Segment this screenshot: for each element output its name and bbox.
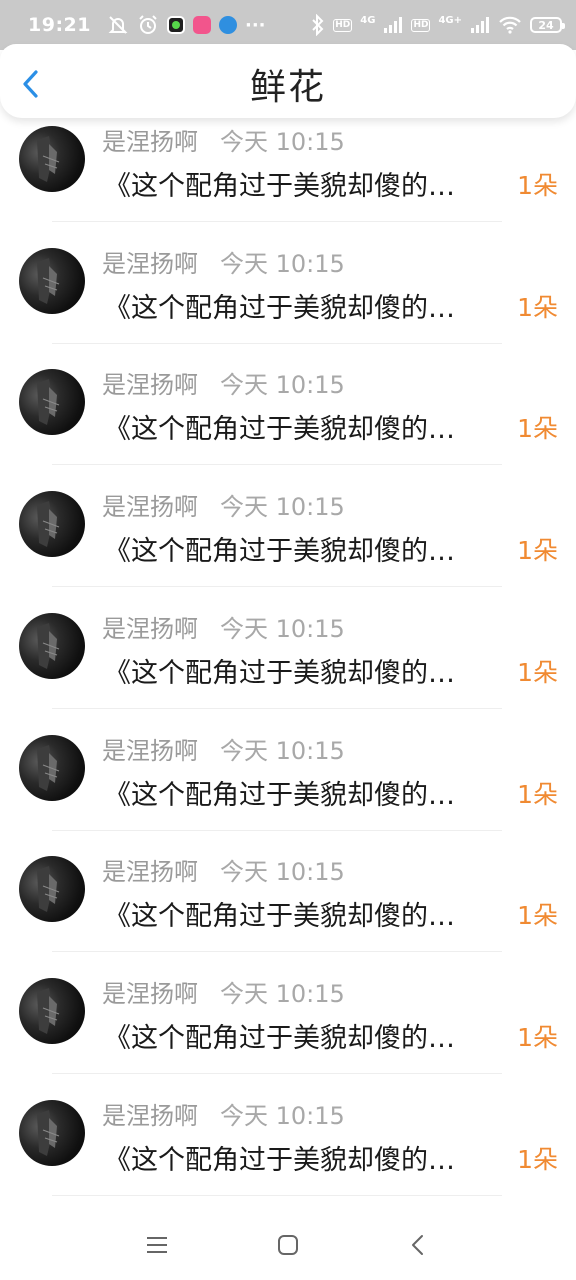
timestamp: 今天 10:15 bbox=[220, 1102, 345, 1130]
flower-count: 1朵 bbox=[517, 901, 558, 930]
sender-name: 是涅扬啊 bbox=[102, 1102, 198, 1130]
avatar[interactable] bbox=[19, 126, 85, 192]
list-item[interactable]: 是涅扬啊 今天 10:15 《这个配角过于美貌却傻的… 1朵 bbox=[0, 1074, 576, 1196]
timestamp: 今天 10:15 bbox=[220, 615, 345, 643]
flower-count: 1朵 bbox=[517, 780, 558, 809]
list-item[interactable]: 是涅扬啊 今天 10:15 《这个配角过于美貌却傻的… 1朵 bbox=[0, 100, 576, 222]
avatar[interactable] bbox=[19, 369, 85, 435]
timestamp: 今天 10:15 bbox=[220, 128, 345, 156]
flower-count: 1朵 bbox=[517, 1023, 558, 1052]
timestamp: 今天 10:15 bbox=[220, 737, 345, 765]
flower-count: 1朵 bbox=[517, 536, 558, 565]
timestamp: 今天 10:15 bbox=[220, 371, 345, 399]
menu-icon bbox=[147, 1237, 167, 1253]
message-preview: 《这个配角过于美貌却傻的… bbox=[104, 536, 455, 567]
page-title: 鲜花 bbox=[249, 67, 326, 108]
list-item[interactable]: 是涅扬啊 今天 10:15 《这个配角过于美貌却傻的… 1朵 bbox=[0, 952, 576, 1074]
avatar[interactable] bbox=[19, 1100, 85, 1166]
sender-name: 是涅扬啊 bbox=[102, 371, 198, 399]
timestamp: 今天 10:15 bbox=[220, 858, 345, 886]
message-preview: 《这个配角过于美貌却傻的… bbox=[104, 293, 455, 324]
flower-count: 1朵 bbox=[517, 658, 558, 687]
home-icon bbox=[278, 1235, 298, 1255]
list-item[interactable]: 是涅扬啊 今天 10:15 《这个配角过于美貌却傻的… 1朵 bbox=[0, 709, 576, 831]
list-item[interactable]: 是涅扬啊 今天 10:15 《这个配角过于美貌却傻的… 1朵 bbox=[0, 587, 576, 709]
message-preview: 《这个配角过于美貌却傻的… bbox=[104, 171, 455, 202]
avatar[interactable] bbox=[19, 978, 85, 1044]
avatar[interactable] bbox=[19, 613, 85, 679]
flower-list: 是涅扬啊 今天 10:15 《这个配角过于美貌却傻的… 1朵 是涅扬啊 今天 10:15 《… bbox=[0, 0, 576, 1280]
message-preview: 《这个配角过于美貌却傻的… bbox=[104, 1145, 455, 1176]
avatar[interactable] bbox=[19, 856, 85, 922]
home-button[interactable] bbox=[268, 1230, 308, 1260]
system-nav-bar bbox=[0, 1212, 576, 1280]
sender-name: 是涅扬啊 bbox=[102, 858, 198, 886]
sender-name: 是涅扬啊 bbox=[102, 615, 198, 643]
message-preview: 《这个配角过于美貌却傻的… bbox=[104, 1023, 455, 1054]
sender-name: 是涅扬啊 bbox=[102, 493, 198, 521]
divider bbox=[52, 1195, 502, 1196]
sender-name: 是涅扬啊 bbox=[102, 128, 198, 156]
back-icon bbox=[412, 1235, 423, 1255]
flower-count: 1朵 bbox=[517, 293, 558, 322]
flower-count: 1朵 bbox=[517, 1145, 558, 1174]
avatar[interactable] bbox=[19, 491, 85, 557]
avatar[interactable] bbox=[19, 735, 85, 801]
system-back-button[interactable] bbox=[398, 1230, 438, 1260]
sender-name: 是涅扬啊 bbox=[102, 250, 198, 278]
avatar[interactable] bbox=[19, 248, 85, 314]
menu-button[interactable] bbox=[137, 1230, 177, 1260]
list-item[interactable]: 是涅扬啊 今天 10:15 《这个配角过于美貌却傻的… 1朵 bbox=[0, 222, 576, 344]
message-preview: 《这个配角过于美貌却傻的… bbox=[104, 901, 455, 932]
timestamp: 今天 10:15 bbox=[220, 493, 345, 521]
sender-name: 是涅扬啊 bbox=[102, 737, 198, 765]
sender-name: 是涅扬啊 bbox=[102, 980, 198, 1008]
timestamp: 今天 10:15 bbox=[220, 980, 345, 1008]
list-item[interactable]: 是涅扬啊 今天 10:15 《这个配角过于美貌却傻的… 1朵 bbox=[0, 343, 576, 465]
message-preview: 《这个配角过于美貌却傻的… bbox=[104, 414, 455, 445]
list-item[interactable]: 是涅扬啊 今天 10:15 《这个配角过于美貌却傻的… 1朵 bbox=[0, 465, 576, 587]
message-preview: 《这个配角过于美貌却傻的… bbox=[104, 780, 455, 811]
flower-count: 1朵 bbox=[517, 171, 558, 200]
list-item[interactable]: 是涅扬啊 今天 10:15 《这个配角过于美貌却傻的… 1朵 bbox=[0, 830, 576, 952]
message-preview: 《这个配角过于美貌却傻的… bbox=[104, 658, 455, 689]
header: 鲜花 bbox=[0, 44, 576, 118]
timestamp: 今天 10:15 bbox=[220, 250, 345, 278]
flower-count: 1朵 bbox=[517, 414, 558, 443]
